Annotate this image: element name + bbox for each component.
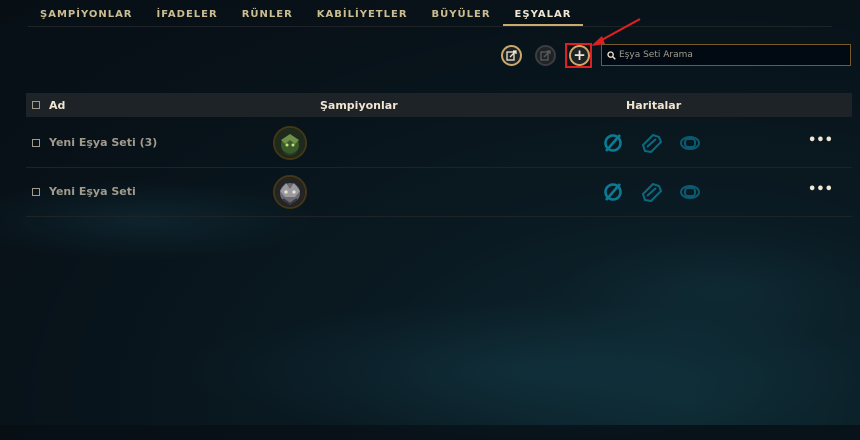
tab-skins[interactable]: KABİLİYETLER [305, 0, 420, 26]
export-icon [540, 50, 551, 61]
import-button[interactable] [501, 45, 522, 66]
all-maps-icon[interactable] [602, 182, 624, 202]
plus-icon: + [573, 46, 586, 64]
table-row[interactable]: Yeni Eşya Seti ••• [26, 168, 852, 217]
summoners-rift-icon[interactable] [640, 182, 662, 202]
search-input[interactable] [616, 50, 839, 60]
search-icon [607, 50, 616, 60]
tab-runes[interactable]: RÜNLER [230, 0, 305, 26]
column-header-maps: Haritalar [626, 98, 682, 112]
select-all-checkbox[interactable] [32, 101, 40, 109]
tab-items[interactable]: EŞYALAR [502, 0, 584, 26]
howling-abyss-icon[interactable] [679, 182, 701, 202]
tab-emotes[interactable]: İFADELER [145, 0, 230, 26]
tab-spells[interactable]: BÜYÜLER [420, 0, 503, 26]
import-icon [506, 50, 517, 61]
champion-avatar [273, 175, 307, 209]
column-header-champions: Şampiyonlar [320, 98, 398, 112]
champion-avatar [273, 126, 307, 160]
more-options-button[interactable]: ••• [808, 182, 833, 197]
tab-champions[interactable]: ŞAMPİYONLAR [28, 0, 145, 26]
item-set-name: Yeni Eşya Seti (3) [49, 136, 158, 149]
annotation-arrow-icon [591, 18, 641, 46]
row-checkbox[interactable] [32, 188, 40, 196]
collection-tabs: ŞAMPİYONLAR İFADELER RÜNLER KABİLİYETLER… [28, 0, 584, 26]
tabs-divider [28, 26, 832, 27]
table-header: Ad Şampiyonlar Haritalar [26, 93, 852, 117]
add-item-set-button[interactable]: + [569, 45, 590, 66]
all-maps-icon[interactable] [602, 133, 624, 153]
row-checkbox[interactable] [32, 139, 40, 147]
column-header-name[interactable]: Ad [49, 99, 65, 112]
item-set-search[interactable] [601, 44, 851, 66]
howling-abyss-icon[interactable] [679, 133, 701, 153]
table-row[interactable]: Yeni Eşya Seti (3) ••• [26, 119, 852, 168]
export-button[interactable] [535, 45, 556, 66]
more-options-button[interactable]: ••• [808, 133, 833, 148]
background-glow [560, 230, 860, 350]
item-set-name: Yeni Eşya Seti [49, 185, 136, 198]
summoners-rift-icon[interactable] [640, 133, 662, 153]
